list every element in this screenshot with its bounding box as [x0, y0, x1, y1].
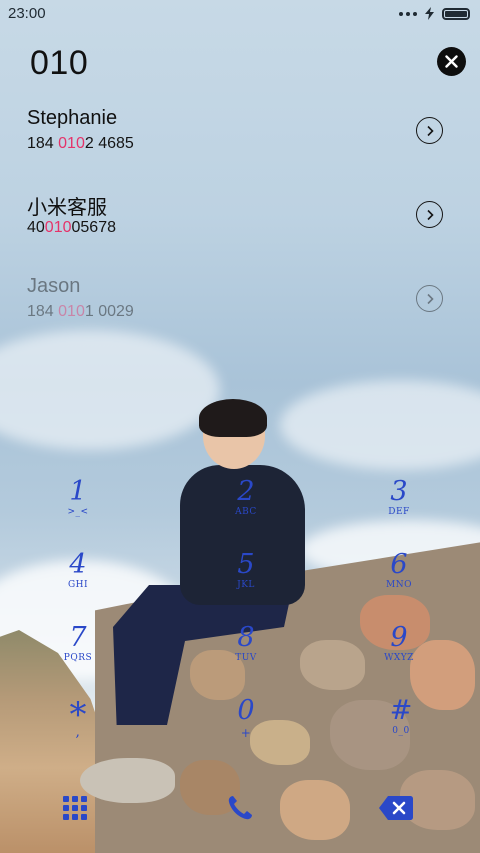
wallpaper-person-hair	[199, 399, 267, 437]
contact-number: 4001005678	[27, 219, 116, 236]
dial-key-1[interactable]: 1 >_<	[38, 478, 118, 538]
status-time: 23:00	[8, 5, 46, 22]
number-match-highlight: 010	[44, 219, 72, 236]
backspace-icon	[379, 796, 413, 820]
result-row[interactable]: Stephanie 184 0102 4685	[0, 97, 480, 181]
number-match-highlight: 010	[58, 303, 85, 320]
clear-query-button[interactable]	[437, 47, 466, 76]
battery-icon	[442, 7, 470, 20]
contact-number: 184 0101 0029	[27, 303, 134, 320]
close-icon	[445, 55, 458, 68]
wallpaper-person-shoe	[80, 758, 175, 803]
more-dots-icon	[399, 11, 417, 16]
contact-detail-button[interactable]	[416, 201, 443, 228]
dial-key-0[interactable]: 0 +	[206, 697, 286, 757]
phone-icon	[228, 796, 252, 820]
wallpaper-stone	[280, 780, 350, 840]
dial-key-6[interactable]: 6 MNO	[359, 551, 439, 611]
dial-key-7[interactable]: 7 PQRS	[38, 624, 118, 684]
status-bar: 23:00	[0, 0, 480, 27]
call-button[interactable]	[222, 790, 258, 826]
dial-key-5[interactable]: 5 JKL	[206, 551, 286, 611]
contact-name: Stephanie	[27, 107, 118, 129]
keypad-toggle-button[interactable]	[58, 792, 92, 824]
dial-key-9[interactable]: 9 WXYZ	[359, 624, 439, 684]
contact-name: 小米客服	[27, 197, 107, 219]
result-row[interactable]: 小米客服 4001005678	[0, 181, 480, 265]
contact-detail-button[interactable]	[416, 285, 443, 312]
chevron-right-icon	[426, 125, 434, 136]
dial-key-2[interactable]: 2 ABC	[206, 478, 286, 538]
contact-number: 184 0102 4685	[27, 135, 134, 152]
chevron-right-icon	[426, 293, 434, 304]
contact-detail-button[interactable]	[416, 117, 443, 144]
status-icons	[399, 7, 470, 20]
dial-key-8[interactable]: 8 TUV	[206, 624, 286, 684]
dial-query: 010	[30, 44, 89, 82]
charging-bolt-icon	[425, 7, 434, 20]
backspace-button[interactable]	[377, 793, 415, 823]
search-results: Stephanie 184 0102 4685 小米客服 4001005678 …	[0, 97, 480, 349]
result-row[interactable]: Jason 184 0101 0029	[0, 265, 480, 349]
dial-key-hash[interactable]: #0_0	[361, 697, 441, 757]
keypad-grid-icon	[63, 796, 87, 820]
dial-key-3[interactable]: 3 DEF	[359, 478, 439, 538]
contact-name: Jason	[27, 275, 81, 297]
chevron-right-icon	[426, 209, 434, 220]
number-match-highlight: 010	[58, 135, 85, 152]
dial-key-4[interactable]: 4 GHI	[38, 551, 118, 611]
wallpaper-stone	[300, 640, 365, 690]
dial-key-star[interactable]: *,	[38, 698, 118, 760]
